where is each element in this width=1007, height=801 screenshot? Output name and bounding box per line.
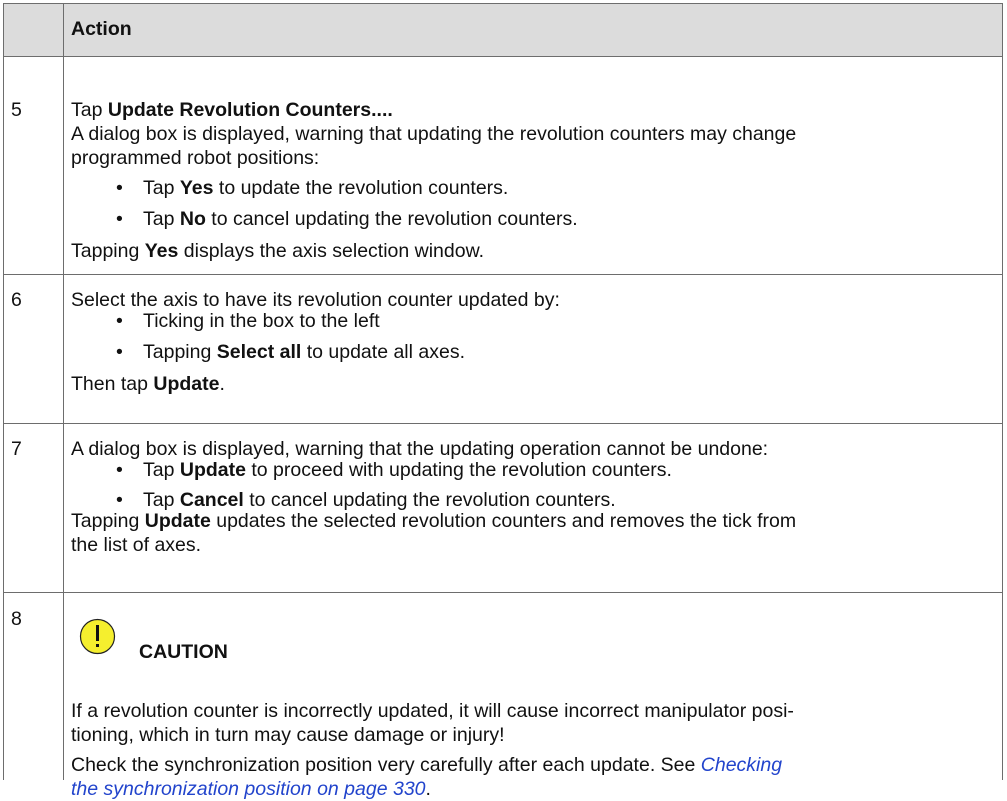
step-6-bullet-1: Ticking in the box to the left	[143, 310, 380, 332]
bullet-icon: •	[116, 341, 123, 363]
step-5-bullet-1: Tap Yes to update the revolution counter…	[143, 177, 509, 199]
bullet-icon: •	[116, 177, 123, 199]
step-7-bullet-1: Tap Update to proceed with updating the …	[143, 459, 672, 481]
step-5-bullet-2: Tap No to cancel updating the revolution…	[143, 208, 578, 230]
table-border-left	[3, 3, 4, 780]
procedure-table: Action 5 Tap Update Revolution Counters.…	[3, 3, 1003, 800]
step-number: 6	[11, 289, 22, 311]
table-border-top	[3, 3, 1003, 4]
check-line2: the synchronization position on page 330…	[71, 778, 431, 800]
step-6-bullet-2: Tapping Select all to update all axes.	[143, 341, 465, 363]
bullet-icon: •	[116, 310, 123, 332]
bullet-icon: •	[116, 208, 123, 230]
step-5-desc-line1: A dialog box is displayed, warning that …	[71, 123, 797, 145]
header-action: Action	[71, 18, 132, 40]
caution-icon	[79, 618, 116, 655]
step-6-outro: Then tap Update.	[71, 373, 225, 395]
checking-link-continued[interactable]: the synchronization position on page 330	[71, 778, 426, 800]
step-number: 7	[11, 438, 22, 460]
warning-line1: If a revolution counter is incorrectly u…	[71, 700, 794, 722]
column-divider	[63, 3, 64, 780]
checking-link[interactable]: Checking	[701, 754, 782, 776]
warning-line2: tioning, which in turn may cause damage …	[71, 724, 505, 746]
bullet-icon: •	[116, 459, 123, 481]
step-number: 8	[11, 608, 22, 630]
caution-title: CAUTION	[139, 641, 228, 663]
step-5-desc-line2: programmed robot positions:	[71, 147, 320, 169]
row-divider	[3, 592, 1003, 593]
row-divider	[3, 56, 1003, 57]
check-line1: Check the synchronization position very …	[71, 754, 783, 776]
step-7-outro: Tapping Update updates the selected revo…	[71, 510, 797, 532]
row-divider	[3, 423, 1003, 424]
step-number: 5	[11, 99, 22, 121]
step-5-outro: Tapping Yes displays the axis selection …	[71, 240, 485, 262]
table-border-right	[1002, 3, 1003, 780]
step-5-intro: Tap Update Revolution Counters....	[71, 99, 393, 121]
row-divider	[3, 274, 1003, 275]
step-7-outro-line2: the list of axes.	[71, 534, 202, 556]
table-header	[3, 3, 1003, 56]
